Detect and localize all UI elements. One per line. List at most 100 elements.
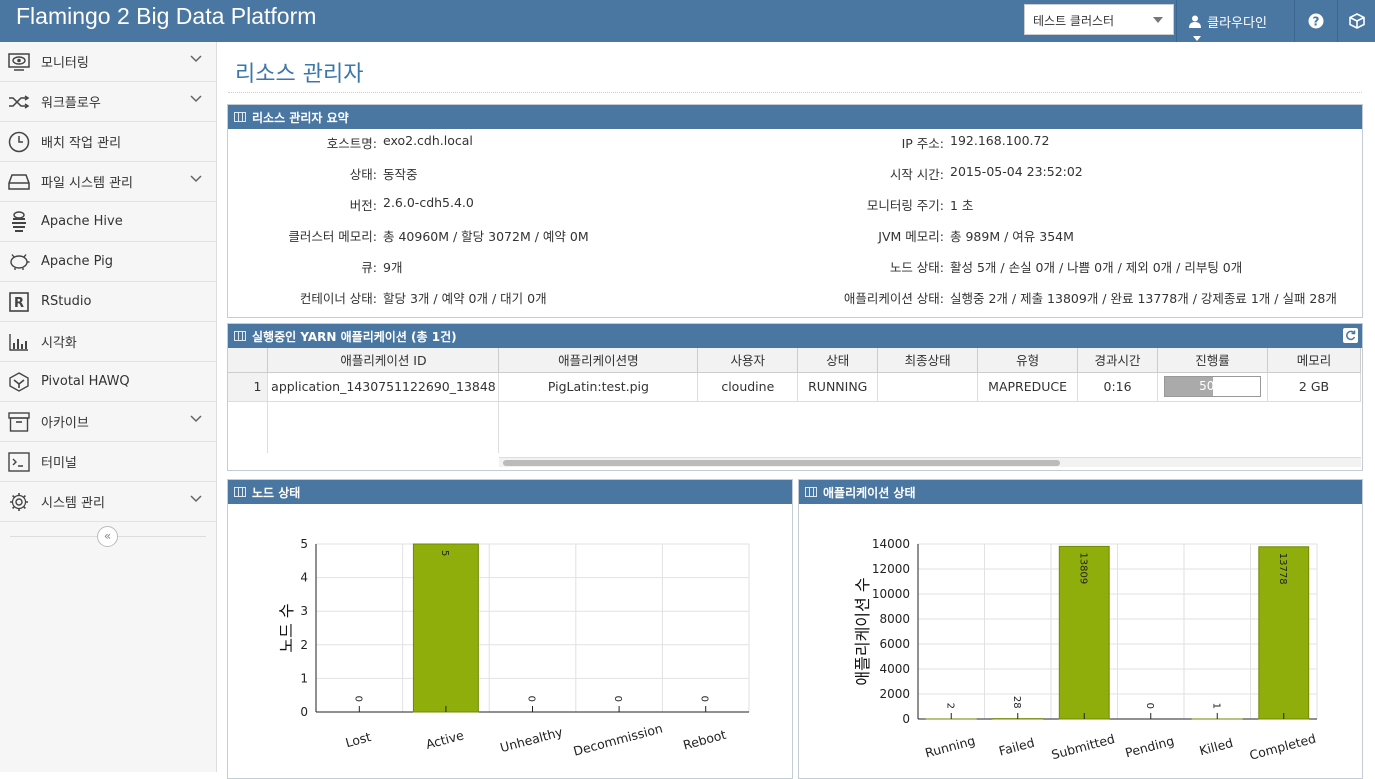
- cluster-select[interactable]: 테스트 클러스터: [1024, 4, 1174, 35]
- sidebar-item-archive[interactable]: 아카이브: [0, 402, 216, 442]
- summary-label: IP 주소:: [902, 133, 944, 152]
- x-tick-label: Lost: [344, 729, 373, 750]
- sidebar: 모니터링 워크플로우 배치 작업 관리 파일 시스템 관리 Apache Hiv…: [0, 42, 217, 772]
- cell-memory: 2 GB: [1268, 372, 1361, 401]
- sidebar-item-label: 아카이브: [41, 412, 89, 431]
- cluster-select-value: 테스트 클러스터: [1033, 14, 1114, 28]
- double-chevron-left-icon: «: [104, 529, 111, 543]
- column-header[interactable]: 사용자: [698, 348, 798, 372]
- cell-app-name: PigLatin:test.pig: [499, 372, 698, 401]
- x-tick-label: Failed: [997, 735, 1036, 759]
- y-tick-label: 8000: [879, 612, 910, 626]
- sidebar-collapse-button[interactable]: «: [97, 526, 118, 547]
- scrollbar-thumb[interactable]: [503, 460, 1060, 466]
- summary-value: 실행중 2개 / 제출 13809개 / 완료 13778개 / 강제종료 1개…: [950, 288, 1337, 307]
- sidebar-item-monitoring[interactable]: 모니터링: [0, 42, 216, 82]
- y-tick-label: 10000: [872, 587, 910, 601]
- divider: [228, 92, 1362, 93]
- gear-icon: [2, 482, 36, 522]
- table-icon: [805, 487, 817, 497]
- summary-label: 시작 시간:: [890, 164, 944, 183]
- sidebar-item-workflow[interactable]: 워크플로우: [0, 82, 216, 122]
- sidebar-item-hive[interactable]: Apache Hive: [0, 202, 216, 242]
- rstudio-icon: R: [2, 282, 36, 322]
- app-status-chart: 020004000600080001000012000140002Running…: [799, 504, 1362, 774]
- apps-table: 애플리케이션 ID 애플리케이션명 사용자 상태 최종상태 유형 경과시간 진행…: [228, 348, 1361, 453]
- table-icon: [234, 487, 246, 497]
- y-axis-label: 노드 수: [277, 603, 296, 652]
- column-header[interactable]: 메모리: [1268, 348, 1361, 372]
- cube-icon: [1349, 13, 1365, 29]
- page-title: 리소스 관리자: [235, 56, 363, 88]
- hive-icon: [2, 202, 36, 242]
- sidebar-item-label: Pivotal HAWQ: [41, 374, 130, 389]
- column-header[interactable]: 상태: [798, 348, 878, 372]
- sidebar-item-label: Apache Hive: [41, 214, 123, 229]
- sidebar-item-batch[interactable]: 배치 작업 관리: [0, 122, 216, 162]
- column-header[interactable]: 애플리케이션명: [499, 348, 698, 372]
- sidebar-item-system[interactable]: 시스템 관리: [0, 482, 216, 522]
- summary-label: 컨테이너 상태:: [300, 288, 377, 307]
- summary-value: 2.6.0-cdh5.4.0: [383, 195, 474, 210]
- data-label: 0: [526, 696, 537, 702]
- cube-button[interactable]: [1337, 0, 1375, 42]
- sidebar-item-label: 시스템 관리: [41, 492, 105, 511]
- progress-text: 50%: [1165, 379, 1260, 393]
- data-label: 13778: [1277, 553, 1288, 585]
- y-tick-label: 4: [300, 571, 308, 585]
- help-button[interactable]: ?: [1294, 0, 1336, 42]
- column-header[interactable]: 최종상태: [878, 348, 978, 372]
- sidebar-item-rstudio[interactable]: R RStudio: [0, 282, 216, 322]
- column-header[interactable]: 유형: [978, 348, 1078, 372]
- summary-value: 2015-05-04 23:52:02: [950, 164, 1083, 179]
- y-tick-label: 2000: [879, 687, 910, 701]
- app-title[interactable]: Flamingo 2 Big Data Platform: [16, 3, 316, 30]
- data-label: 13809: [1077, 552, 1088, 584]
- horizontal-scrollbar[interactable]: [499, 457, 1361, 467]
- refresh-button[interactable]: [1343, 328, 1358, 343]
- sidebar-item-label: 워크플로우: [41, 92, 101, 111]
- column-header[interactable]: 진행률: [1158, 348, 1268, 372]
- y-tick-label: 0: [300, 705, 308, 719]
- sidebar-item-label: 파일 시스템 관리: [41, 172, 133, 191]
- svg-text:?: ?: [1312, 15, 1319, 29]
- x-tick-label: Reboot: [681, 727, 727, 753]
- sidebar-item-label: 시각화: [41, 332, 77, 351]
- cell-user: cloudine: [698, 372, 798, 401]
- summary-value: 9개: [383, 257, 402, 276]
- y-tick-label: 4000: [879, 662, 910, 676]
- table-row[interactable]: 1 application_1430751122690_13848 PigLat…: [228, 372, 1361, 401]
- x-tick-label: Decommission: [572, 721, 664, 759]
- row-number: 1: [228, 372, 268, 401]
- sidebar-collapse-row: «: [0, 522, 216, 550]
- y-tick-label: 0: [902, 712, 910, 726]
- summary-label: JVM 메모리:: [878, 226, 944, 245]
- column-header[interactable]: 애플리케이션 ID: [268, 348, 499, 372]
- column-header[interactable]: 경과시간: [1078, 348, 1158, 372]
- cell-state: RUNNING: [798, 372, 878, 401]
- summary-value: exo2.cdh.local: [383, 133, 473, 148]
- summary-value: 1 초: [950, 195, 973, 214]
- y-tick-label: 3: [300, 604, 308, 618]
- progress-bar: 50%: [1164, 376, 1261, 397]
- column-header-rownum: [228, 348, 268, 372]
- sidebar-item-visualization[interactable]: 시각화: [0, 322, 216, 362]
- clock-icon: [2, 122, 36, 162]
- hawq-icon: [2, 362, 36, 402]
- help-icon: ?: [1308, 13, 1324, 29]
- data-label: 0: [699, 696, 710, 702]
- sidebar-item-filesystem[interactable]: 파일 시스템 관리: [0, 162, 216, 202]
- sidebar-item-hawq[interactable]: Pivotal HAWQ: [0, 362, 216, 402]
- sidebar-item-pig[interactable]: Apache Pig: [0, 242, 216, 282]
- x-tick-label: Pending: [1124, 733, 1176, 760]
- data-label: 0: [352, 696, 363, 702]
- user-menu[interactable]: 클라우다인: [1176, 0, 1294, 42]
- chevron-down-icon: [190, 175, 202, 183]
- user-name: 클라우다인: [1207, 16, 1267, 31]
- cell-type: MAPREDUCE: [978, 372, 1078, 401]
- cell-progress: 50%: [1158, 372, 1268, 401]
- sidebar-item-terminal[interactable]: 터미널: [0, 442, 216, 482]
- bar: [413, 544, 478, 712]
- summary-value: 총 989M / 여유 354M: [950, 226, 1074, 245]
- summary-value: 동작중: [383, 164, 418, 183]
